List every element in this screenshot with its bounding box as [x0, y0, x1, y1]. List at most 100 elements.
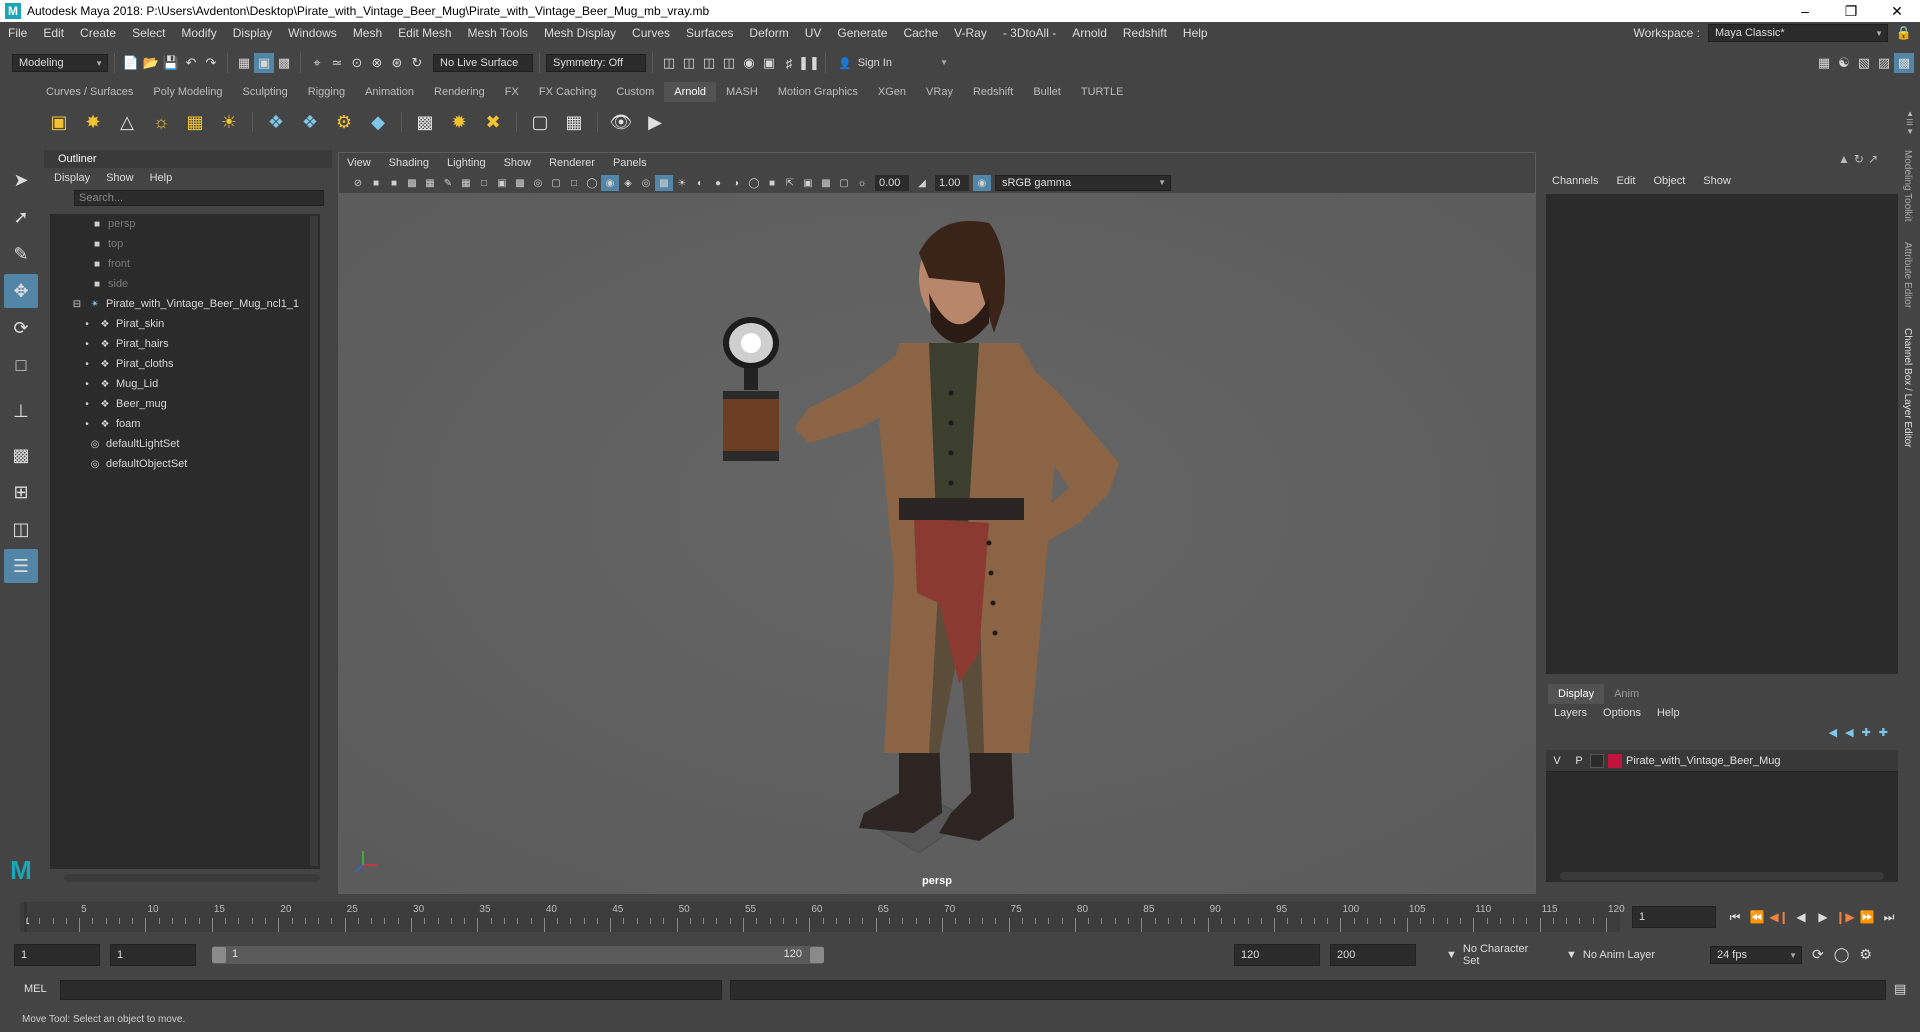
- character-set-dropdown[interactable]: ▼ No Character Set: [1440, 943, 1550, 967]
- anti-aliasing-icon[interactable]: ◯: [745, 175, 763, 191]
- safe-action-icon[interactable]: ▢: [547, 175, 565, 191]
- menu-icon[interactable]: ☰: [1906, 118, 1914, 127]
- safe-title-icon[interactable]: □: [565, 175, 583, 191]
- menu-mesh-tools[interactable]: Mesh Tools: [460, 26, 536, 40]
- anim-layer-dropdown[interactable]: ▼ No Anim Layer: [1560, 946, 1670, 964]
- outliner-item-default-object-set[interactable]: ◎ defaultObjectSet: [50, 454, 320, 474]
- field-chart-icon[interactable]: ◎: [529, 175, 547, 191]
- viewport-menu-lighting[interactable]: Lighting: [447, 157, 486, 169]
- channel-box-menu-edit[interactable]: Edit: [1616, 175, 1635, 187]
- scroll-down-icon[interactable]: ▼: [1906, 127, 1914, 136]
- last-tool-icon[interactable]: ⊥: [4, 394, 38, 428]
- ipr-render-icon[interactable]: ◫: [699, 53, 719, 73]
- use-all-lights-icon[interactable]: ☀: [673, 175, 691, 191]
- step-back-key-icon[interactable]: ⏪: [1746, 906, 1768, 928]
- move-layer-up-icon[interactable]: ◀: [1829, 726, 1837, 739]
- mesh-light-icon[interactable]: ✸: [78, 107, 108, 137]
- physical-sky-icon[interactable]: ☀: [214, 107, 244, 137]
- script-editor-icon[interactable]: ▤: [1894, 981, 1906, 997]
- menu-windows[interactable]: Windows: [280, 26, 345, 40]
- outliner-item-mug-lid[interactable]: • ❖ Mug_Lid: [50, 374, 320, 394]
- menu-edit[interactable]: Edit: [35, 26, 72, 40]
- tab-display[interactable]: Display: [1548, 684, 1605, 704]
- command-language-toggle[interactable]: MEL: [24, 983, 47, 995]
- layer-name[interactable]: Pirate_with_Vintage_Beer_Mug: [1626, 755, 1781, 767]
- outliner-menu-display[interactable]: Display: [54, 172, 90, 184]
- backface-culling-icon[interactable]: ▢: [835, 175, 853, 191]
- pause-icon[interactable]: ❚❚: [798, 53, 820, 73]
- expand-icon[interactable]: ↗: [1868, 152, 1878, 166]
- maximize-button[interactable]: ❐: [1828, 0, 1874, 22]
- menu-3dtoall[interactable]: - 3DtoAll -: [995, 26, 1064, 40]
- animation-preferences-icon[interactable]: ⚙: [1859, 946, 1872, 963]
- shelf-tab-vray[interactable]: VRay: [916, 82, 963, 102]
- current-frame-indicator[interactable]: [24, 902, 27, 932]
- tool-settings-icon[interactable]: ▨: [1874, 53, 1894, 73]
- shelf-tab-arnold[interactable]: Arnold: [664, 82, 717, 102]
- flush-background-icon[interactable]: ✹: [444, 107, 474, 137]
- skydome-light-icon[interactable]: ☼: [146, 107, 176, 137]
- outliner-item-top[interactable]: ■ top: [50, 234, 320, 254]
- menu-modify[interactable]: Modify: [173, 26, 224, 40]
- xray-joints-icon[interactable]: ▣: [799, 175, 817, 191]
- outliner-layout-icon[interactable]: ☰: [4, 549, 38, 583]
- menu-arnold[interactable]: Arnold: [1064, 26, 1115, 40]
- tx-manager-icon[interactable]: ▢: [525, 107, 555, 137]
- rotate-tool-icon[interactable]: ⟳: [4, 311, 38, 345]
- curve-collector-icon[interactable]: ◆: [363, 107, 393, 137]
- scroll-up-icon[interactable]: ▲: [1906, 109, 1914, 118]
- playback-end-field[interactable]: 120: [1234, 944, 1320, 966]
- go-to-end-icon[interactable]: ⏭: [1878, 906, 1900, 928]
- outliner-item-pirat-skin[interactable]: • ❖ Pirat_skin: [50, 314, 320, 334]
- menu-edit-mesh[interactable]: Edit Mesh: [390, 26, 459, 40]
- outliner-item-beer-mug[interactable]: • ❖ Beer_mug: [50, 394, 320, 414]
- shelf-tab-poly-modeling[interactable]: Poly Modeling: [143, 82, 232, 102]
- step-forward-frame-icon[interactable]: ❙▶: [1834, 906, 1856, 928]
- outliner-menu-show[interactable]: Show: [106, 172, 134, 184]
- range-start-handle[interactable]: [212, 947, 226, 963]
- menu-create[interactable]: Create: [72, 26, 124, 40]
- select-tool-icon[interactable]: ➤: [4, 163, 38, 197]
- wireframe-on-shaded-icon[interactable]: ◈: [619, 175, 637, 191]
- side-tab-attribute-editor[interactable]: Attribute Editor: [1902, 242, 1913, 308]
- channel-box-menu-object[interactable]: Object: [1653, 175, 1685, 187]
- menu-mesh-display[interactable]: Mesh Display: [536, 26, 624, 40]
- expand-dot-icon[interactable]: •: [80, 375, 94, 395]
- menu-deform[interactable]: Deform: [741, 26, 796, 40]
- expand-dot-icon[interactable]: •: [80, 415, 94, 435]
- hypershade-icon[interactable]: ◉: [739, 53, 759, 73]
- single-perspective-layout-icon[interactable]: ▩: [4, 438, 38, 472]
- vray-ipr-icon[interactable]: ♯: [779, 53, 799, 73]
- shelf-scroll[interactable]: ▲ ☰ ▼: [1906, 109, 1914, 136]
- live-surface-field[interactable]: No Live Surface: [433, 54, 533, 72]
- paint-select-tool-icon[interactable]: ✎: [4, 237, 38, 271]
- two-view-layout-icon[interactable]: ◫: [4, 512, 38, 546]
- channel-box-menu-channels[interactable]: Channels: [1552, 175, 1598, 187]
- snap-vertex-icon[interactable]: ↻: [407, 53, 427, 73]
- exposure-input[interactable]: 0.00: [875, 175, 909, 191]
- step-forward-key-icon[interactable]: ⏩: [1856, 906, 1878, 928]
- light-portal-icon[interactable]: ▦: [180, 107, 210, 137]
- photometric-light-icon[interactable]: △: [112, 107, 142, 137]
- human-ik-icon[interactable]: ☯: [1834, 53, 1854, 73]
- viewport-menu-view[interactable]: View: [347, 157, 371, 169]
- motion-blur-icon[interactable]: ◑: [727, 175, 745, 191]
- select-hierarchy-icon[interactable]: ▦: [234, 53, 254, 73]
- bookmark-icon[interactable]: ■: [385, 175, 403, 191]
- shelf-tab-mash[interactable]: MASH: [716, 82, 768, 102]
- step-back-frame-icon[interactable]: ◀❙: [1768, 906, 1790, 928]
- menuset-dropdown[interactable]: Modeling ▼: [12, 54, 108, 72]
- render-sequence-icon[interactable]: ◫: [679, 53, 699, 73]
- camera-attributes-icon[interactable]: ■: [367, 175, 385, 191]
- menu-uv[interactable]: UV: [797, 26, 830, 40]
- attribute-editor-icon[interactable]: ▧: [1854, 53, 1874, 73]
- viewport-menu-panels[interactable]: Panels: [613, 157, 647, 169]
- scene-end-field[interactable]: 200: [1330, 944, 1416, 966]
- outliner-item-foam[interactable]: • ❖ foam: [50, 414, 320, 434]
- viewport-menu-show[interactable]: Show: [504, 157, 532, 169]
- shelf-tab-bullet[interactable]: Bullet: [1023, 82, 1071, 102]
- shelf-tab-fx[interactable]: FX: [495, 82, 529, 102]
- outliner-horizontal-scrollbar[interactable]: [64, 874, 320, 882]
- layer-row[interactable]: V P Pirate_with_Vintage_Beer_Mug: [1546, 750, 1898, 772]
- shelf-tab-sculpting[interactable]: Sculpting: [233, 82, 298, 102]
